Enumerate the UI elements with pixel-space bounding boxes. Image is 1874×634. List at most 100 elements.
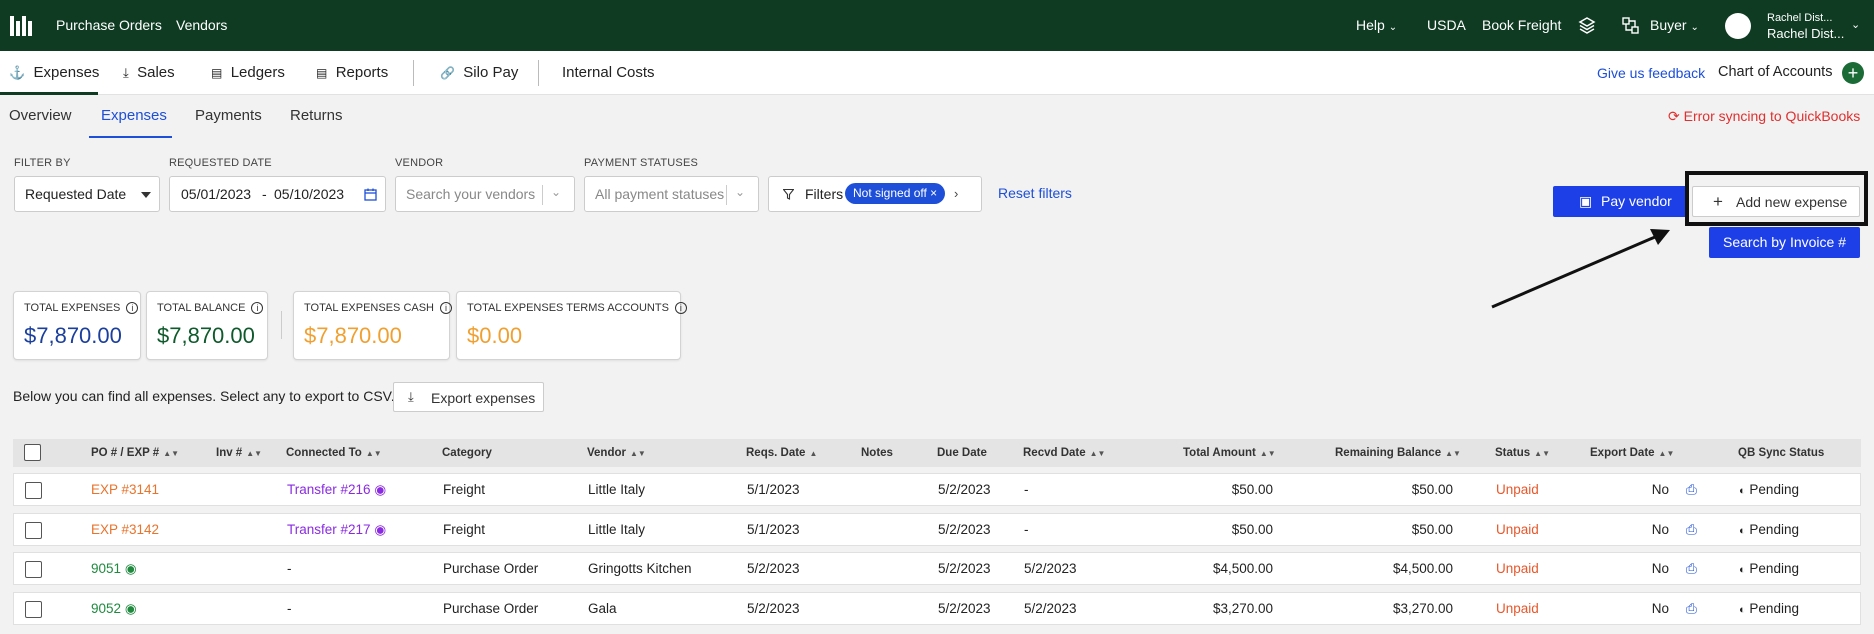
date-range-picker[interactable]: 05/01/2023 - 05/10/2023 — [169, 176, 386, 212]
total-amount-cell: $50.00 — [1231, 482, 1273, 497]
row-checkbox[interactable] — [25, 601, 42, 618]
nav-vendors[interactable]: Vendors — [176, 17, 227, 33]
info-icon[interactable]: i — [126, 302, 139, 314]
vendor-cell: Gringotts Kitchen — [588, 561, 692, 576]
col-recvd-date[interactable]: Recvd Date ▲▼ — [1023, 447, 1105, 459]
org-switch-icon[interactable] — [1622, 17, 1639, 34]
col-status[interactable]: Status ▲▼ — [1495, 447, 1550, 459]
card-value: $7,870.00 — [157, 323, 255, 348]
tab-ledgers[interactable]: ▤ Ledgers — [211, 64, 285, 81]
tab-reports[interactable]: ▤ Reports — [316, 64, 388, 81]
connected-link[interactable]: Transfer #217 ◉ — [287, 522, 386, 538]
table-row[interactable]: 9052 ◉ - Purchase Order Gala 5/2/2023 5/… — [13, 592, 1861, 625]
close-icon[interactable]: × — [930, 186, 937, 200]
avatar[interactable] — [1725, 13, 1751, 39]
table-header: PO # / EXP # ▲▼ Inv # ▲▼ Connected To ▲▼ Ca… — [13, 439, 1861, 467]
export-expenses-label: Export expenses — [431, 390, 536, 406]
search-by-invoice-button[interactable]: Search by Invoice # — [1709, 227, 1860, 258]
total-amount-cell: $3,270.00 — [1212, 601, 1273, 616]
print-icon[interactable]: ⎙ — [1686, 561, 1697, 577]
col-connected[interactable]: Connected To ▲▼ — [286, 447, 382, 459]
print-icon[interactable]: ⎙ — [1686, 522, 1697, 538]
connected-link[interactable]: Transfer #216 ◉ — [287, 482, 386, 498]
tab-expenses[interactable]: ⚓ Expenses — [9, 64, 99, 81]
nav-usda[interactable]: USDA — [1427, 17, 1466, 33]
tab-sales[interactable]: ⤓ Sales — [123, 64, 175, 81]
chevron-right-icon[interactable]: › — [954, 186, 958, 201]
row-checkbox[interactable] — [25, 482, 42, 499]
po-link[interactable]: EXP #3141 — [91, 482, 159, 497]
col-total-amount[interactable]: Total Amount ▲▼ — [1183, 447, 1276, 459]
tab-silo-pay[interactable]: 🔗 Silo Pay — [440, 64, 518, 81]
col-inv[interactable]: Inv # ▲▼ — [216, 447, 262, 459]
date-to[interactable]: 05/10/2023 — [274, 186, 344, 202]
pay-vendor-button[interactable]: ▣ Pay vendor — [1553, 186, 1687, 217]
remaining-balance-cell: $50.00 — [1411, 522, 1453, 537]
row-checkbox[interactable] — [25, 522, 42, 539]
chevron-down-icon: ⌄ — [1690, 22, 1699, 33]
col-vendor[interactable]: Vendor ▲▼ — [587, 447, 646, 459]
app-logo-icon[interactable] — [10, 16, 32, 36]
eye-icon[interactable]: ◉ — [374, 522, 386, 537]
po-link[interactable]: 9052 ◉ — [91, 601, 137, 617]
reset-filters-link[interactable]: Reset filters — [998, 185, 1072, 201]
table-row[interactable]: 9051 ◉ - Purchase Order Gringotts Kitche… — [13, 552, 1861, 585]
col-remaining-balance[interactable]: Remaining Balance ▲▼ — [1335, 447, 1461, 459]
info-icon[interactable]: i — [251, 302, 264, 314]
table-row[interactable]: EXP #3141 Transfer #216 ◉ Freight Little… — [13, 473, 1861, 506]
tab-internal-costs[interactable]: Internal Costs — [562, 64, 655, 81]
col-due-date[interactable]: Due Date — [937, 447, 987, 459]
add-icon[interactable]: + — [1842, 62, 1864, 84]
info-icon[interactable]: i — [440, 302, 453, 314]
nav-buyer[interactable]: Buyer ⌄ — [1650, 17, 1699, 33]
col-po[interactable]: PO # / EXP # ▲▼ — [91, 447, 179, 459]
eye-icon[interactable]: ◉ — [374, 482, 386, 497]
export-expenses-button[interactable]: ⤓ Export expenses — [393, 382, 544, 412]
subtab-payments[interactable]: Payments — [195, 107, 262, 124]
po-link[interactable]: EXP #3142 — [91, 522, 159, 537]
chevron-down-icon[interactable]: ⌄ — [1851, 18, 1860, 31]
info-icon[interactable]: i — [674, 302, 687, 314]
date-from[interactable]: 05/01/2023 — [181, 186, 251, 202]
total-amount-cell: $4,500.00 — [1212, 561, 1273, 576]
col-export-date[interactable]: Export Date ▲▼ — [1590, 447, 1674, 459]
feedback-link[interactable]: Give us feedback — [1597, 65, 1705, 81]
subtab-expenses[interactable]: Expenses — [101, 107, 167, 124]
tab-ledgers-label: Ledgers — [230, 64, 285, 81]
subtab-returns[interactable]: Returns — [290, 107, 343, 124]
active-filter-pill[interactable]: Not signed off × — [845, 183, 946, 204]
eye-icon[interactable]: ◉ — [125, 561, 137, 576]
print-icon[interactable]: ⎙ — [1686, 482, 1697, 498]
recvd-date-cell: 5/2/2023 — [1024, 561, 1077, 576]
row-checkbox[interactable] — [25, 561, 42, 578]
vendor-search-input[interactable]: Search your vendors ⌄ — [395, 176, 575, 212]
eye-icon[interactable]: ◉ — [125, 601, 137, 616]
qb-sync-cell: ◐ Pending — [1739, 561, 1799, 576]
nav-purchase-orders[interactable]: Purchase Orders — [56, 17, 162, 33]
nav-help[interactable]: Help ⌄ — [1356, 17, 1397, 33]
connected-label: Transfer #216 — [287, 482, 371, 497]
pay-vendor-label: Pay vendor — [1601, 193, 1672, 209]
table-row[interactable]: EXP #3142 Transfer #217 ◉ Freight Little… — [13, 513, 1861, 546]
user-name-line2[interactable]: Rachel Dist... — [1767, 26, 1844, 41]
category-cell: Freight — [443, 482, 486, 497]
po-link[interactable]: 9051 ◉ — [91, 561, 137, 577]
select-all-checkbox[interactable] — [24, 444, 41, 461]
calendar-icon[interactable] — [364, 188, 377, 201]
sync-error-link[interactable]: ⟳ Error syncing to QuickBooks — [1668, 108, 1860, 125]
payment-status-select[interactable]: All payment statuses ⌄ — [584, 176, 759, 212]
active-tab-indicator — [0, 92, 98, 95]
divider — [726, 185, 727, 205]
print-icon[interactable]: ⎙ — [1686, 601, 1697, 617]
col-category[interactable]: Category — [442, 447, 492, 459]
col-reqs-date[interactable]: Reqs. Date ▲ — [746, 447, 817, 459]
layers-icon[interactable] — [1578, 16, 1596, 34]
active-subtab-indicator — [89, 136, 172, 138]
chart-of-accounts-link[interactable]: Chart of Accounts — [1718, 64, 1832, 80]
filter-by-select[interactable]: Requested Date — [14, 176, 160, 212]
status-badge: Unpaid — [1496, 601, 1539, 616]
active-filter-label: Not signed off — [853, 186, 927, 200]
nav-book-freight[interactable]: Book Freight — [1482, 17, 1561, 33]
export-icon: ⤓ — [408, 389, 414, 404]
subtab-overview[interactable]: Overview — [9, 107, 72, 124]
